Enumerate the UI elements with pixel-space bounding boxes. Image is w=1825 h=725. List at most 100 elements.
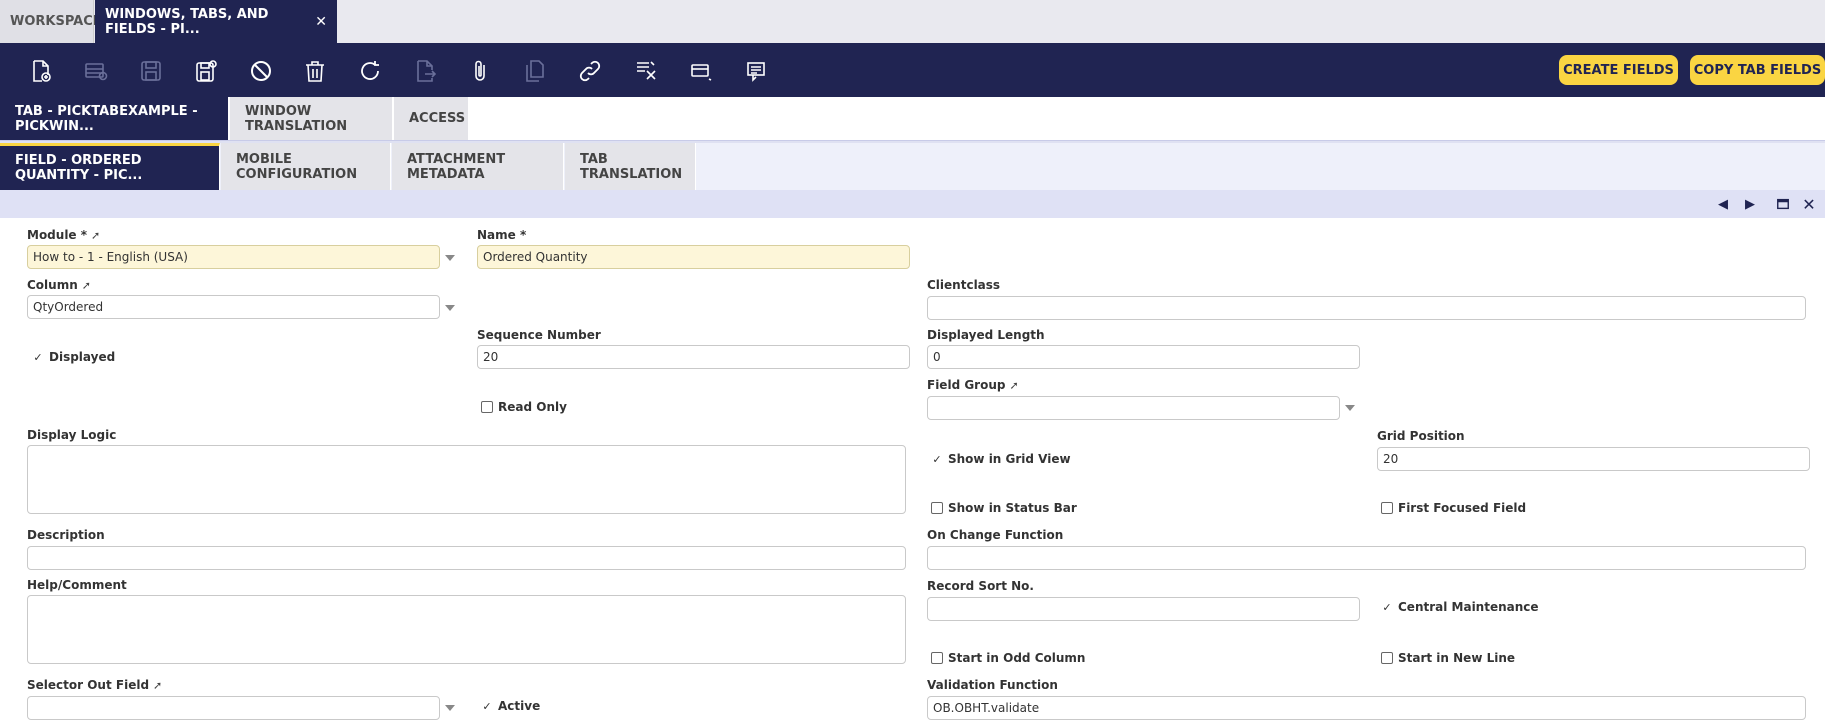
active-checkbox[interactable]: ✓ Active (481, 699, 540, 713)
show-status-bar-checkbox[interactable]: Show in Status Bar (931, 501, 1077, 515)
checkbox-box (1381, 502, 1393, 514)
export-icon[interactable] (411, 57, 439, 85)
sequence-label: Sequence Number (477, 328, 601, 342)
clientclass-label: Clientclass (927, 278, 1001, 292)
pin-icon[interactable]: ➚ (82, 279, 91, 292)
copy-tab-fields-button[interactable]: COPY TAB FIELDS (1690, 55, 1825, 85)
filter-icon[interactable] (632, 57, 660, 85)
tab-window-label: WINDOWS, TABS, AND FIELDS - PI... (105, 6, 269, 37)
display-logic-label: Display Logic (27, 428, 117, 442)
tab-attachment-metadata[interactable]: ATTACHMENT METADATA (392, 143, 564, 190)
read-only-checkbox[interactable]: Read Only (481, 400, 567, 414)
main-toolbar: CREATE FIELDS COPY TAB FIELDS (0, 43, 1825, 97)
maximize-icon[interactable] (1775, 196, 1791, 212)
grid-view-icon[interactable] (687, 57, 715, 85)
name-label: Name * (477, 228, 527, 242)
cancel-icon[interactable] (247, 57, 275, 85)
tab-attachment-metadata-label: ATTACHMENT METADATA (407, 151, 506, 182)
chevron-down-icon[interactable] (1345, 405, 1355, 411)
attachment-icon[interactable] (466, 57, 494, 85)
tab-picktabexample-label: TAB - PICKTABEXAMPLE - PICKWIN... (15, 103, 198, 134)
displayed-checkbox[interactable]: ✓ Displayed (32, 350, 115, 364)
tab-access[interactable]: ACCESS (394, 97, 469, 140)
sequence-field[interactable]: 20 (477, 345, 910, 369)
tab-picktabexample[interactable]: TAB - PICKTABEXAMPLE - PICKWIN... (0, 97, 229, 140)
module-label: Module * ➚ (27, 228, 101, 242)
tab-window-translation-label: WINDOW TRANSLATION (245, 103, 348, 134)
grid-position-label: Grid Position (1377, 429, 1465, 443)
tab-mobile-configuration-label: MOBILE CONFIGURATION (236, 151, 358, 182)
description-field[interactable] (27, 546, 906, 570)
on-change-label: On Change Function (927, 528, 1064, 542)
check-icon: ✓ (482, 699, 492, 713)
on-change-field[interactable] (927, 546, 1806, 570)
checkbox-box (1381, 652, 1393, 664)
start-new-line-checkbox[interactable]: Start in New Line (1381, 651, 1515, 665)
tab-workspace[interactable]: WORKSPACE (0, 0, 102, 43)
display-logic-textarea[interactable] (27, 445, 906, 514)
close-form-icon[interactable]: ✕ (1801, 195, 1817, 214)
create-fields-button[interactable]: CREATE FIELDS (1559, 55, 1678, 85)
save-icon[interactable] (137, 57, 165, 85)
help-textarea[interactable] (27, 595, 906, 664)
checkbox-box (931, 502, 943, 514)
tab-tab-translation-label: TAB TRANSLATION (580, 151, 683, 182)
pin-icon[interactable]: ➚ (153, 679, 162, 692)
clientclass-field[interactable] (927, 296, 1806, 320)
chevron-down-icon[interactable] (445, 255, 455, 261)
link-icon[interactable] (576, 57, 604, 85)
clone-icon[interactable] (521, 57, 549, 85)
notes-icon[interactable] (742, 57, 770, 85)
chevron-down-icon[interactable] (445, 705, 455, 711)
help-label: Help/Comment (27, 578, 127, 592)
tab-row-level1: TAB - PICKTABEXAMPLE - PICKWIN... WINDOW… (0, 97, 1825, 141)
field-group-select[interactable] (927, 396, 1340, 420)
description-label: Description (27, 528, 105, 542)
checkbox-box (931, 652, 943, 664)
tab-tab-translation[interactable]: TAB TRANSLATION (565, 143, 696, 190)
record-nav-strip: ◀ ▶ ✕ (0, 190, 1825, 218)
start-odd-column-checkbox[interactable]: Start in Odd Column (931, 651, 1085, 665)
check-icon: ✓ (932, 452, 942, 466)
show-grid-checkbox[interactable]: ✓ Show in Grid View (931, 452, 1070, 466)
check-icon: ✓ (33, 350, 43, 364)
pin-icon[interactable]: ➚ (91, 229, 100, 242)
close-icon[interactable]: ✕ (315, 14, 327, 30)
column-label: Column ➚ (27, 278, 91, 292)
tab-window-translation[interactable]: WINDOW TRANSLATION (230, 97, 393, 140)
displayed-length-label: Displayed Length (927, 328, 1045, 342)
displayed-length-field[interactable]: 0 (927, 345, 1360, 369)
record-sort-field[interactable] (927, 597, 1360, 621)
validation-field[interactable]: OB.OBHT.validate (927, 696, 1806, 720)
tab-access-label: ACCESS (409, 111, 466, 126)
validation-label: Validation Function (927, 678, 1058, 692)
column-select[interactable]: QtyOrdered (27, 295, 440, 319)
tab-field-label: FIELD - ORDERED QUANTITY - PIC... (15, 153, 143, 183)
next-record-icon[interactable]: ▶ (1742, 196, 1758, 212)
tab-workspace-label: WORKSPACE (10, 14, 102, 29)
name-field[interactable]: Ordered Quantity (477, 245, 910, 269)
chevron-down-icon[interactable] (445, 305, 455, 311)
refresh-icon[interactable] (356, 57, 384, 85)
selector-out-label: Selector Out Field ➚ (27, 678, 163, 692)
tab-row-level2: FIELD - ORDERED QUANTITY - PIC... MOBILE… (0, 143, 1825, 190)
previous-record-icon[interactable]: ◀ (1715, 196, 1731, 212)
new-document-icon[interactable] (27, 57, 55, 85)
module-select[interactable]: How to - 1 - English (USA) (27, 245, 440, 269)
first-focused-checkbox[interactable]: First Focused Field (1381, 501, 1526, 515)
tab-windows-tabs-fields[interactable]: WINDOWS, TABS, AND FIELDS - PI... ✕ (95, 0, 337, 43)
new-row-icon[interactable] (82, 57, 110, 85)
field-group-label: Field Group ➚ (927, 378, 1019, 392)
record-sort-label: Record Sort No. (927, 579, 1034, 593)
pin-icon[interactable]: ➚ (1009, 379, 1018, 392)
selector-out-select[interactable] (27, 696, 440, 720)
checkbox-box (481, 401, 493, 413)
grid-position-field[interactable]: 20 (1377, 447, 1810, 471)
delete-icon[interactable] (301, 57, 329, 85)
save-close-icon[interactable] (192, 57, 220, 85)
check-icon: ✓ (1382, 600, 1392, 614)
tab-mobile-configuration[interactable]: MOBILE CONFIGURATION (221, 143, 391, 190)
central-maintenance-checkbox[interactable]: ✓ Central Maintenance (1381, 600, 1538, 614)
window-tab-bar: WORKSPACE WINDOWS, TABS, AND FIELDS - PI… (0, 0, 1825, 43)
tab-field-ordered-quantity[interactable]: FIELD - ORDERED QUANTITY - PIC... (0, 143, 220, 190)
